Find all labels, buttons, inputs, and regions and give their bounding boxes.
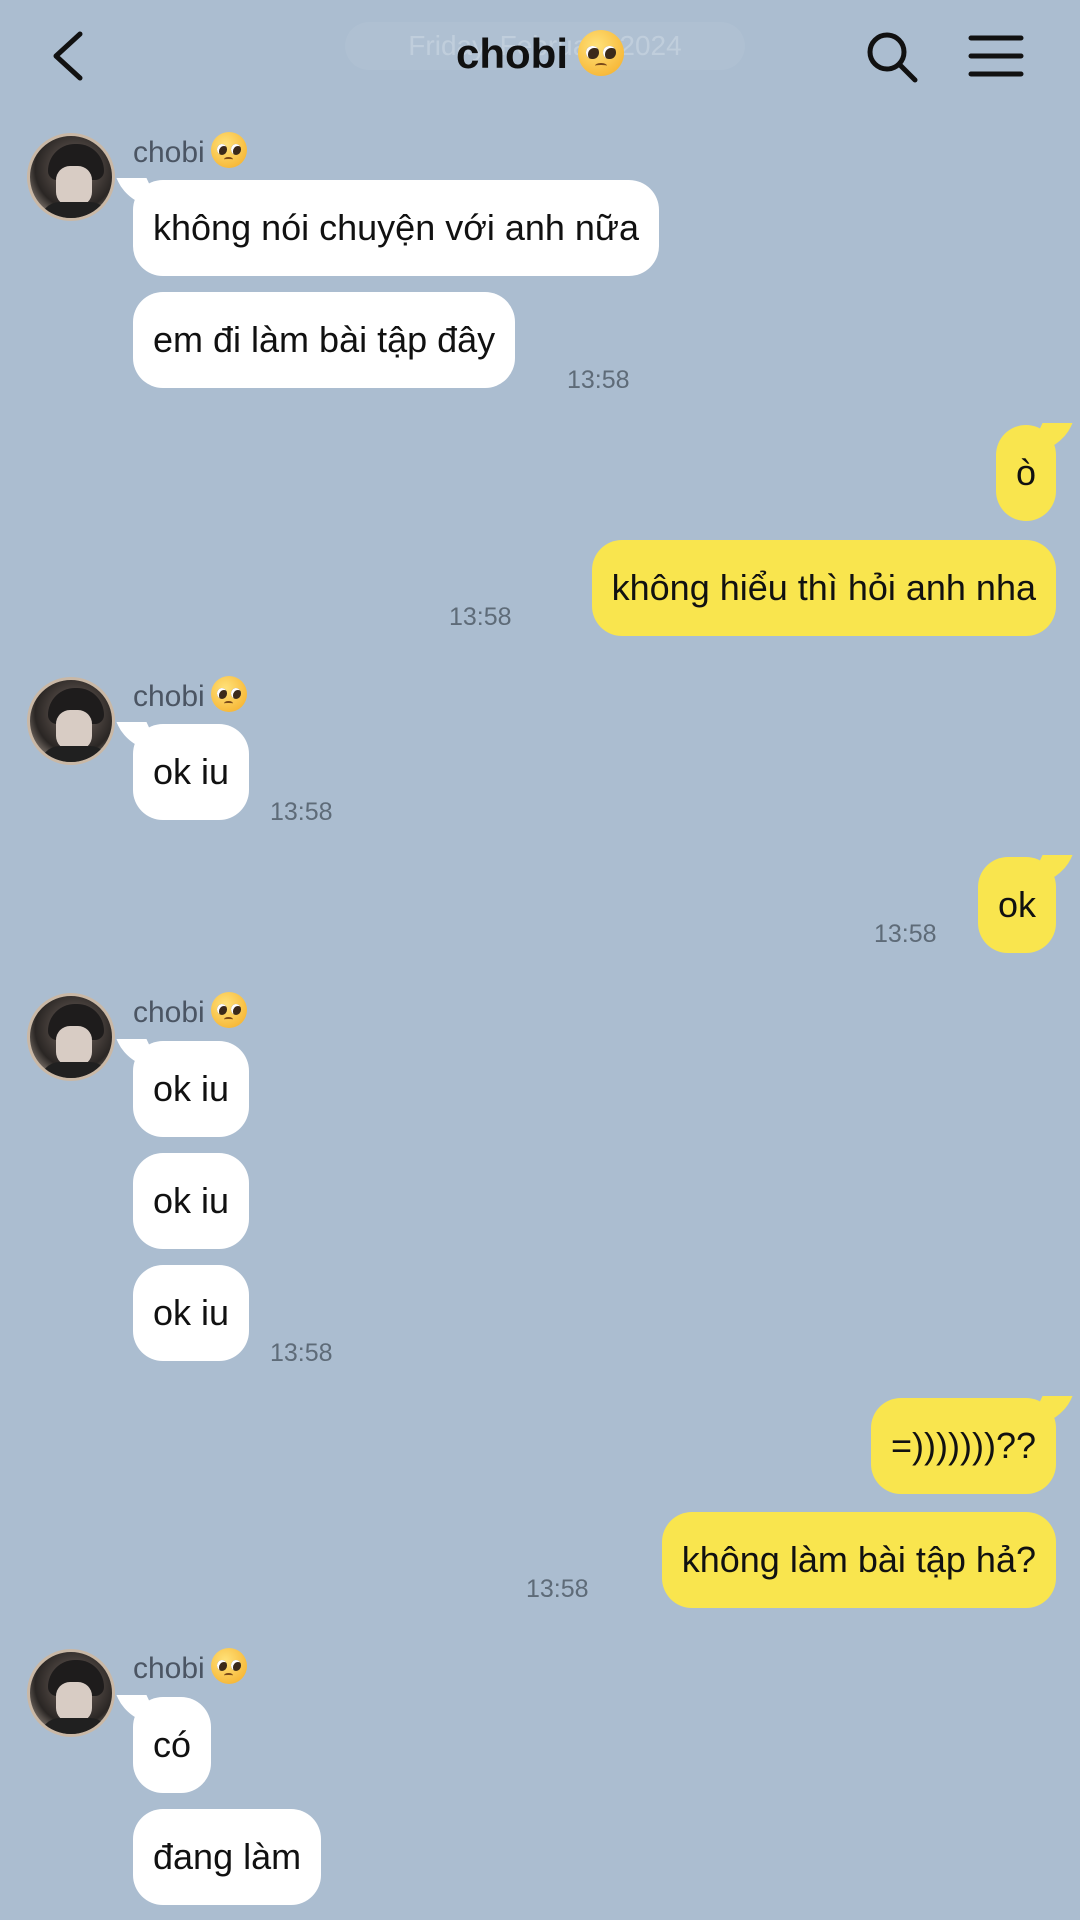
sender-name: chobi (133, 992, 247, 1033)
message-time: 13:58 (270, 798, 333, 826)
pleading-face-icon (578, 30, 624, 76)
incoming-message[interactable]: ok iu (133, 1265, 250, 1361)
menu-icon[interactable] (968, 32, 1024, 80)
incoming-message[interactable]: ok iu (133, 1041, 250, 1137)
incoming-message[interactable]: em đi làm bài tập đây (133, 292, 516, 388)
chat-title-text: chobi (456, 30, 568, 77)
outgoing-message[interactable]: không làm bài tập hả? (661, 1512, 1056, 1608)
message-time: 13:58 (270, 1339, 333, 1367)
incoming-message[interactable]: ok iu (133, 1153, 250, 1249)
incoming-message[interactable]: ok iu (133, 724, 250, 820)
message-time: 13:58 (567, 366, 630, 394)
sender-name: chobi (133, 1648, 247, 1689)
avatar[interactable] (27, 1649, 115, 1737)
outgoing-message[interactable]: ok (977, 857, 1056, 953)
pleading-face-icon (210, 676, 247, 712)
outgoing-message[interactable]: không hiểu thì hỏi anh nha (591, 540, 1056, 636)
pleading-face-icon (210, 992, 247, 1028)
outgoing-message[interactable]: ò (995, 425, 1056, 521)
message-time: 13:58 (874, 920, 937, 948)
incoming-message[interactable]: không nói chuyện với anh nữa (133, 180, 660, 276)
message-time: 13:58 (449, 603, 512, 631)
incoming-message[interactable]: đang làm (133, 1809, 322, 1905)
avatar[interactable] (27, 993, 115, 1081)
chat-header: Friday, February 2024 chobi (0, 0, 1080, 110)
pleading-face-icon (210, 1648, 247, 1684)
message-time: 13:58 (526, 1575, 589, 1603)
incoming-message[interactable]: có (133, 1697, 212, 1793)
outgoing-message[interactable]: =)))))))?? (871, 1398, 1056, 1494)
search-icon[interactable] (865, 30, 919, 84)
avatar[interactable] (27, 677, 115, 765)
avatar[interactable] (27, 133, 115, 221)
sender-name: chobi (133, 132, 247, 173)
pleading-face-icon (210, 132, 247, 168)
sender-name: chobi (133, 676, 247, 717)
